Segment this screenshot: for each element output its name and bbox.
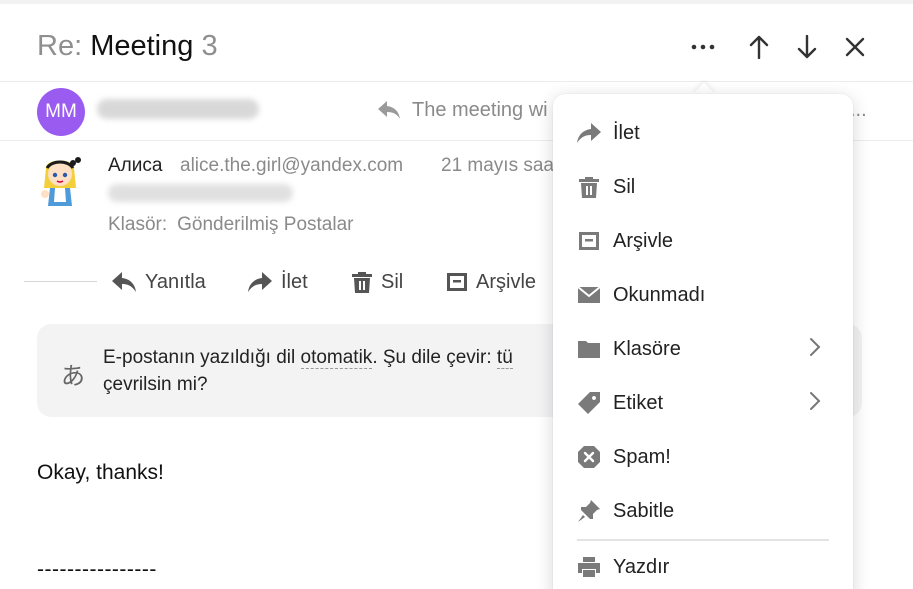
folder-value[interactable]: Gönderilmiş Postalar: [177, 214, 353, 235]
close-icon: [845, 37, 865, 57]
archive-icon: [576, 228, 602, 254]
message-date: 21 mayıs saat: [441, 155, 553, 176]
reply-label: Yanıtla: [145, 270, 206, 293]
reply-icon: [112, 272, 136, 292]
more-actions-menu: İlet Sil Arşivle Okunmadı Klasöre Etiket…: [553, 94, 853, 589]
menu-item-spam[interactable]: Spam!: [553, 437, 853, 477]
folder-icon: [576, 336, 602, 362]
arrow-down-icon: [797, 35, 817, 59]
translate-text-1: E-postanın yazıldığı dil: [103, 347, 301, 368]
trash-icon: [576, 174, 602, 200]
menu-item-label: Arşivle: [613, 229, 674, 252]
tag-icon: [576, 390, 602, 416]
printer-icon: [576, 554, 602, 580]
reply-button[interactable]: Yanıtla: [111, 268, 206, 296]
blurred-recipient: [108, 184, 293, 202]
archive-icon: [447, 273, 467, 291]
toolbar-divider: [24, 281, 97, 282]
menu-item-delete[interactable]: Sil: [553, 167, 853, 207]
arrow-up-icon: [749, 35, 769, 59]
translation-prompt: E-postanın yazıldığı dil otomatik. Şu di…: [103, 344, 555, 398]
thread-snippet: The meeting wi: [412, 99, 548, 121]
target-language-link[interactable]: tü: [496, 347, 513, 369]
translate-icon: あ: [61, 363, 85, 390]
subject-prefix: Re:: [37, 30, 83, 62]
forward-button[interactable]: İlet: [247, 268, 308, 296]
thread-count: 3: [201, 30, 218, 62]
spam-icon: [576, 444, 602, 470]
forward-icon: [248, 272, 272, 292]
page-title: Re: Meeting 3: [37, 28, 218, 64]
forward-icon: [576, 120, 602, 146]
more-horizontal-icon: [691, 44, 715, 50]
message-body: Okay, thanks!: [37, 461, 164, 484]
folder-info: Klasör: Gönderilmiş Postalar: [108, 214, 353, 236]
detected-language-link[interactable]: otomatik: [300, 347, 373, 369]
sender-name[interactable]: Алиса: [108, 155, 162, 177]
menu-item-label: Okunmadı: [613, 283, 706, 306]
pin-icon: [576, 498, 602, 524]
menu-item-label: Etiket: [613, 391, 664, 414]
menu-item-pin[interactable]: Sabitle: [553, 491, 853, 531]
trash-icon: [352, 272, 372, 293]
menu-item-print[interactable]: Yazdır: [553, 547, 853, 587]
archive-label: Arşivle: [476, 270, 537, 293]
menu-item-label: Spam!: [613, 445, 671, 468]
avatar: MM: [37, 88, 85, 136]
signature-separator: ----------------: [37, 558, 157, 581]
chevron-right-icon: [809, 391, 821, 416]
menu-item-move-to-folder[interactable]: Klasöre: [553, 329, 853, 369]
translate-text-2: . Şu dile çevir:: [372, 347, 497, 368]
translate-text-3: çevrilsin mi?: [103, 374, 208, 395]
menu-item-label: Sil: [613, 175, 636, 198]
menu-item-archive[interactable]: Arşivle: [553, 221, 853, 261]
menu-item-label: İlet: [613, 121, 640, 144]
folder-label: Klasör:: [108, 214, 168, 235]
archive-button[interactable]: Arşivle: [446, 268, 536, 296]
forward-label: İlet: [281, 270, 308, 293]
subject-text: Meeting: [90, 30, 194, 62]
delete-label: Sil: [381, 270, 404, 293]
menu-item-mark-unread[interactable]: Okunmadı: [553, 275, 853, 315]
more-button[interactable]: [687, 31, 719, 63]
delete-button[interactable]: Sil: [351, 268, 403, 296]
menu-item-label-tag[interactable]: Etiket: [553, 383, 853, 423]
envelope-icon: [576, 282, 602, 308]
sender-avatar: [36, 154, 84, 214]
close-button[interactable]: [839, 31, 871, 63]
blurred-sender-name: [97, 99, 259, 119]
menu-divider: [577, 539, 829, 541]
menu-item-label: Yazdır: [613, 555, 670, 578]
menu-item-label: Klasöre: [613, 337, 681, 360]
sender-email[interactable]: alice.the.girl@yandex.com: [180, 155, 403, 177]
next-message-button[interactable]: [791, 31, 823, 63]
reply-icon: [377, 99, 401, 126]
menu-item-label: Sabitle: [613, 499, 675, 522]
menu-item-forward[interactable]: İlet: [553, 113, 853, 153]
message-header: Re: Meeting 3: [0, 4, 913, 82]
chevron-right-icon: [809, 337, 821, 362]
previous-message-button[interactable]: [743, 31, 775, 63]
